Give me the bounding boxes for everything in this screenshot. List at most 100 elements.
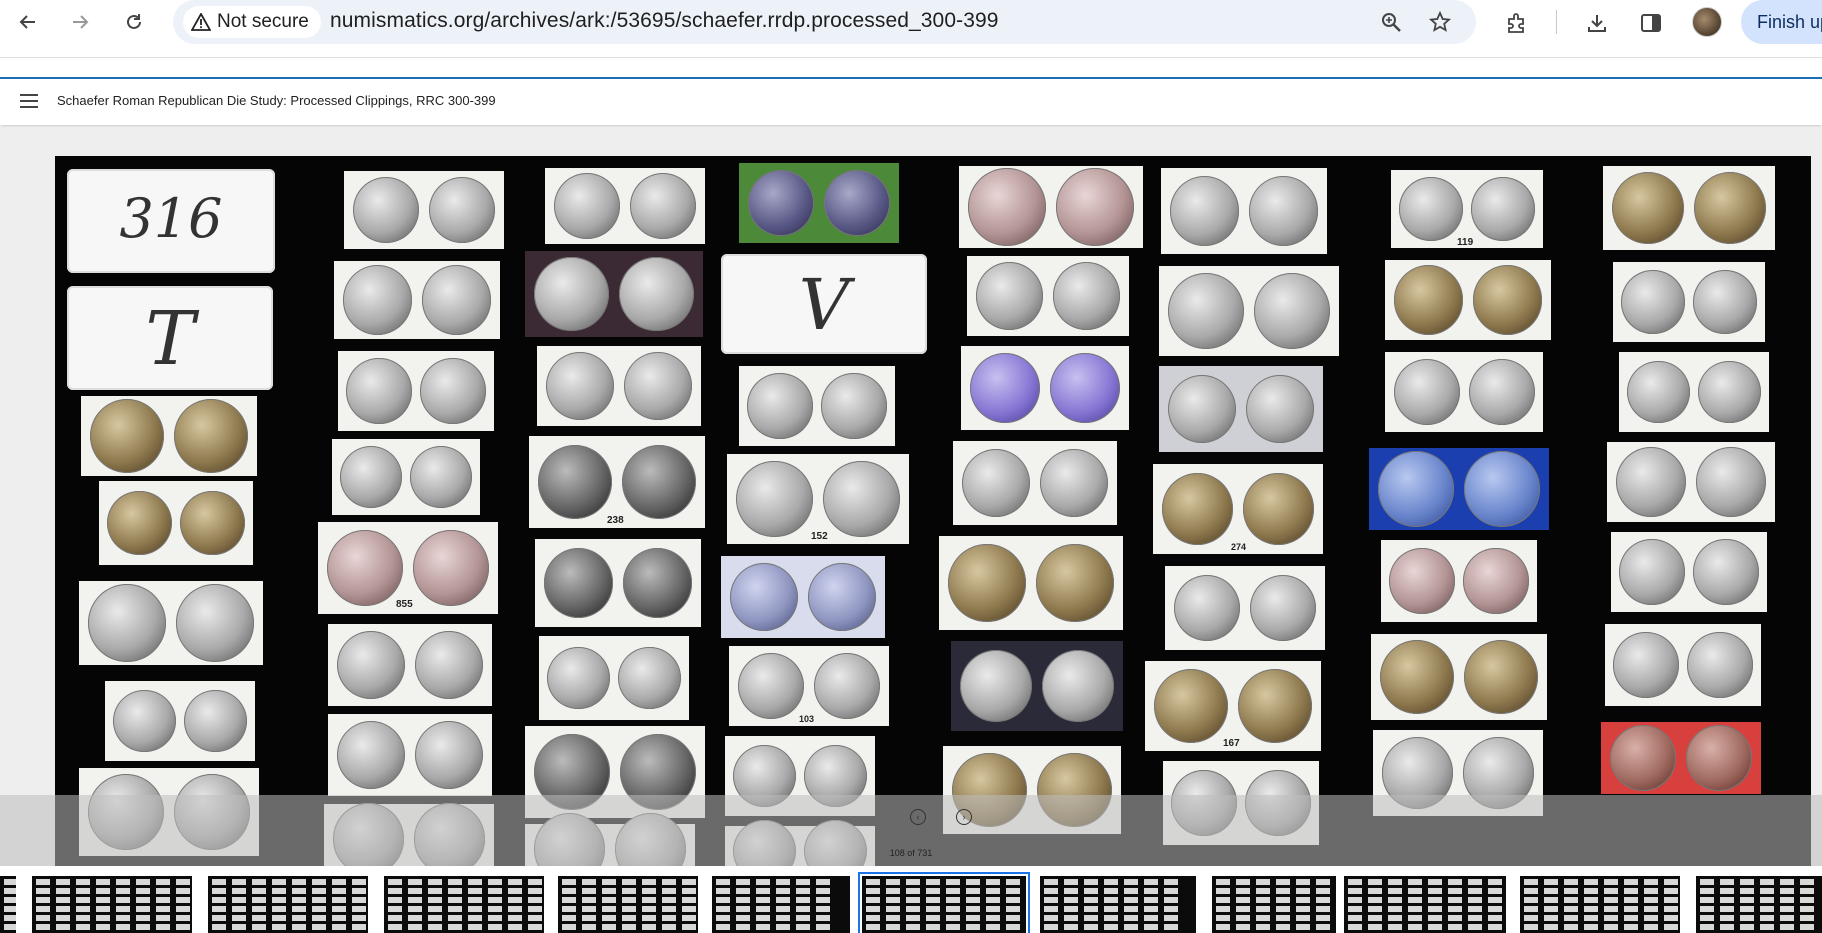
- coin-card: [79, 581, 263, 665]
- thumbnail-card: [76, 888, 90, 894]
- thumbnail-card: [602, 888, 616, 894]
- thumbnail-card: [1348, 915, 1362, 921]
- thumbnail-card: [1664, 924, 1678, 930]
- thumbnail-card: [1800, 906, 1814, 912]
- thumbnail-card: [1664, 897, 1678, 903]
- thumbnail-card: [36, 897, 50, 903]
- thumbnail-card: [796, 888, 810, 894]
- thumbnail-card: [562, 924, 576, 930]
- coin-card: [105, 681, 255, 761]
- thumbnail-card: [1236, 924, 1250, 930]
- thumbnail-card: [1276, 915, 1290, 921]
- thumbnail-card: [136, 897, 150, 903]
- thumbnail-card: [4, 879, 16, 885]
- thumbnail-card: [56, 906, 70, 912]
- bookmark-star-icon[interactable]: [1427, 9, 1453, 35]
- thumbnail-card: [1408, 897, 1422, 903]
- thumbnail-card: [816, 924, 830, 930]
- thumbnail-card: [1144, 906, 1158, 912]
- thumbnail-card: [4, 897, 16, 903]
- scanned-page-image[interactable]: 316 T 855 238 V 152 103 274 167 119: [55, 156, 1811, 867]
- thumbnail-card: [488, 906, 502, 912]
- thumbnail-card: [272, 924, 286, 930]
- thumbnail[interactable]: [1520, 876, 1680, 933]
- thumbnail-card: [1428, 897, 1442, 903]
- thumbnail-card: [776, 897, 790, 903]
- thumbnail-card: [1604, 906, 1618, 912]
- thumbnail-card: [4, 915, 16, 921]
- thumbnail-card: [1800, 888, 1814, 894]
- thumbnail-card: [1428, 924, 1442, 930]
- thumbnail-card: [622, 897, 636, 903]
- thumbnail[interactable]: [1344, 876, 1506, 933]
- coin-card: [1165, 566, 1325, 650]
- reload-button[interactable]: [118, 6, 150, 38]
- thumbnail-card: [332, 906, 346, 912]
- thumbnail-card: [1644, 879, 1658, 885]
- back-button[interactable]: [12, 6, 44, 38]
- thumbnail[interactable]: [712, 876, 850, 933]
- thumbnail-card: [1544, 915, 1558, 921]
- thumbnail-card: [4, 924, 16, 930]
- coin-card: [1159, 366, 1323, 452]
- thumbnail[interactable]: [1040, 876, 1196, 933]
- thumbnail-card: [1368, 888, 1382, 894]
- menu-icon[interactable]: [20, 94, 38, 108]
- thumbnail-card: [716, 906, 730, 912]
- thumbnail-card: [1760, 879, 1774, 885]
- thumbnail[interactable]: [32, 876, 192, 933]
- thumbnail-card: [272, 897, 286, 903]
- finish-update-button[interactable]: Finish up: [1741, 0, 1822, 44]
- coin-card: [545, 168, 705, 244]
- zoom-icon[interactable]: [1378, 9, 1404, 35]
- thumbnail-selected[interactable]: [858, 872, 1030, 933]
- thumbnail-card: [232, 879, 246, 885]
- url-text[interactable]: numismatics.org/archives/ark:/53695/scha…: [330, 9, 999, 33]
- thumbnail-card: [1084, 924, 1098, 930]
- thumbnail-card: [1296, 915, 1310, 921]
- profile-avatar[interactable]: [1692, 7, 1722, 37]
- thumbnail-card: [866, 924, 880, 930]
- download-icon[interactable]: [1582, 8, 1612, 38]
- thumbnail-card: [468, 879, 482, 885]
- thumbnail-card: [1468, 924, 1482, 930]
- thumbnail-card: [1740, 897, 1754, 903]
- thumbnail-card: [252, 915, 266, 921]
- thumbnail-card: [662, 888, 676, 894]
- next-page-icon[interactable]: ›: [956, 809, 972, 825]
- thumbnail-card: [986, 906, 1000, 912]
- thumbnail[interactable]: [384, 876, 544, 933]
- coin-card: [1371, 634, 1547, 720]
- address-bar[interactable]: Not secure numismatics.org/archives/ark:…: [173, 0, 1476, 44]
- thumbnail-card: [1604, 915, 1618, 921]
- thumbnail-card: [1720, 906, 1734, 912]
- thumbnail-card: [272, 879, 286, 885]
- side-panel-icon[interactable]: [1636, 8, 1666, 38]
- thumbnail-card: [528, 915, 542, 921]
- thumbnail-card: [966, 924, 980, 930]
- thumbnail-card: [1368, 924, 1382, 930]
- extensions-icon[interactable]: [1502, 8, 1532, 38]
- previous-page-icon[interactable]: ‹: [910, 809, 926, 825]
- thumbnail[interactable]: [1212, 876, 1336, 933]
- thumbnail-card: [232, 897, 246, 903]
- thumbnail-card: [1316, 915, 1330, 921]
- forward-button[interactable]: [64, 6, 96, 38]
- thumbnail-card: [1348, 879, 1362, 885]
- reload-icon: [127, 14, 141, 29]
- thumbnail[interactable]: [208, 876, 368, 933]
- thumbnail-card: [136, 906, 150, 912]
- thumbnail[interactable]: [0, 876, 16, 933]
- viewer-header: Schaefer Roman Republican Die Study: Pro…: [0, 77, 1822, 125]
- thumbnail-card: [176, 888, 190, 894]
- security-chip[interactable]: Not secure: [183, 6, 321, 38]
- coin-card: [1159, 266, 1339, 356]
- thumbnail-card: [966, 915, 980, 921]
- thumbnail-card: [176, 906, 190, 912]
- thumbnail-card: [1044, 897, 1058, 903]
- coin-card: 167: [1145, 661, 1321, 751]
- thumbnail-card: [1800, 879, 1814, 885]
- thumbnail-card: [662, 879, 676, 885]
- thumbnail[interactable]: [1696, 876, 1822, 933]
- thumbnail[interactable]: [558, 876, 698, 933]
